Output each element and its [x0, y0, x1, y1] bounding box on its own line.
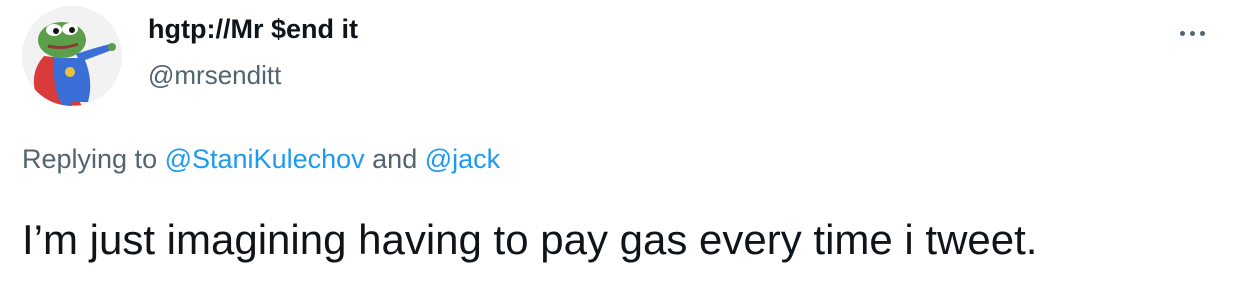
author-handle[interactable]: @mrsenditt [148, 60, 281, 91]
pepe-superhero-avatar-icon [22, 6, 122, 106]
dot [1189, 30, 1195, 36]
more-options-icon[interactable] [1172, 18, 1212, 48]
replying-to-line: Replying to @StaniKulechov and @jack [22, 144, 500, 175]
replying-conjunction: and [372, 144, 418, 174]
dot [1199, 30, 1205, 36]
replying-to-label: Replying to [22, 144, 158, 174]
dot [1179, 30, 1185, 36]
tweet-text: I’m just imagining having to pay gas eve… [22, 216, 1038, 263]
mention-stanikulechov[interactable]: @StaniKulechov [165, 144, 365, 174]
avatar[interactable] [22, 6, 122, 106]
author-display-name[interactable]: hgtp://Mr $end it [148, 14, 358, 45]
mention-jack[interactable]: @jack [425, 144, 500, 174]
tweet-card: hgtp://Mr $end it @mrsenditt Replying to… [0, 0, 1260, 296]
